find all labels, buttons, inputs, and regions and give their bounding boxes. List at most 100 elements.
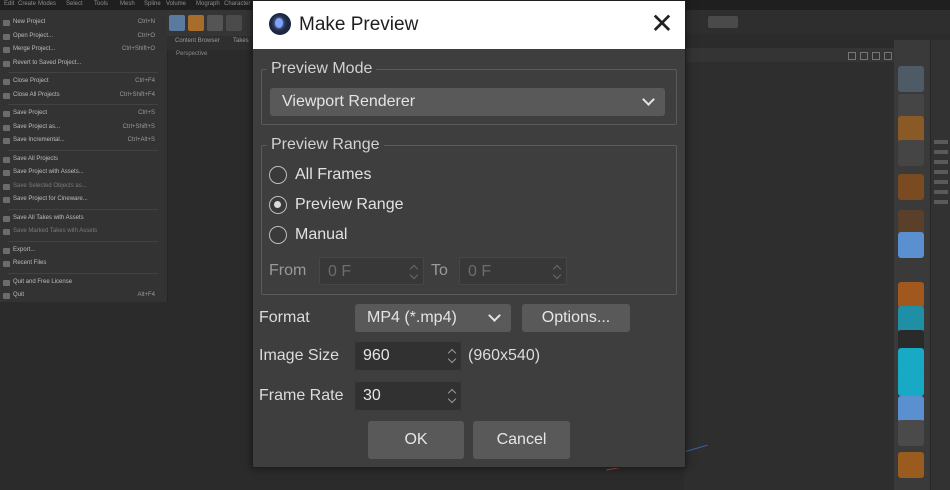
- radio-button[interactable]: [269, 226, 287, 244]
- menu-item[interactable]: Mograph: [196, 1, 220, 7]
- file-menu-item[interactable]: Merge Project... Ctrl+Shift+O: [0, 43, 167, 57]
- menu-item[interactable]: Volume: [166, 1, 186, 7]
- viewport-nav-icon[interactable]: [860, 52, 868, 60]
- file-menu-item[interactable]: Save Project Ctrl+S: [0, 107, 167, 121]
- frame-rate-field[interactable]: 30: [355, 382, 461, 410]
- file-menu-item[interactable]: Save All Projects: [0, 153, 167, 167]
- file-menu-shortcut: Alt+F4: [137, 292, 155, 298]
- attribute-row[interactable]: [934, 170, 948, 174]
- file-menu-item[interactable]: Open Project... Ctrl+O: [0, 30, 167, 44]
- radio-button[interactable]: [269, 166, 287, 184]
- radio-preview-range[interactable]: Preview Range: [269, 195, 429, 219]
- format-dropdown[interactable]: MP4 (*.mp4): [355, 304, 511, 332]
- menu-item-icon: [3, 279, 10, 286]
- file-menu-item[interactable]: New Project Ctrl+N: [0, 16, 167, 30]
- radio-button[interactable]: [269, 196, 287, 214]
- menu-item[interactable]: Modes: [38, 1, 56, 7]
- viewport-nav-icon[interactable]: [872, 52, 880, 60]
- radio-manual[interactable]: Manual: [269, 225, 389, 249]
- preview-mode-label: Preview Mode: [267, 60, 377, 78]
- stepper-arrows-icon[interactable]: [447, 385, 457, 407]
- menu-item-icon: [3, 293, 10, 299]
- tool-icon[interactable]: [169, 15, 185, 31]
- tool-icon[interactable]: [898, 306, 924, 332]
- menu-item-icon: [3, 33, 10, 40]
- file-menu-label: Save Project with Assets...: [13, 169, 84, 175]
- close-button[interactable]: ✕: [639, 1, 685, 49]
- menu-item[interactable]: Select: [66, 1, 83, 7]
- from-label: From: [269, 262, 307, 279]
- file-menu-item[interactable]: Export...: [0, 244, 167, 258]
- file-menu-shortcut: Ctrl+F4: [135, 78, 155, 84]
- tool-icon[interactable]: [898, 232, 924, 258]
- options-button[interactable]: Options...: [522, 304, 630, 332]
- attribute-row[interactable]: [934, 200, 948, 204]
- tool-icon[interactable]: [207, 15, 223, 31]
- ok-button[interactable]: OK: [368, 421, 464, 459]
- menu-item[interactable]: Tools: [94, 1, 108, 7]
- menu-item-icon: [3, 183, 10, 190]
- preview-range-label: Preview Range: [267, 136, 384, 154]
- attribute-row[interactable]: [934, 190, 948, 194]
- preview-mode-dropdown[interactable]: Viewport Renderer: [270, 88, 665, 116]
- right-toolbar-button[interactable]: [708, 16, 738, 28]
- stepper-arrows-icon[interactable]: [409, 261, 419, 283]
- file-menu-item[interactable]: Quit Alt+F4: [0, 289, 167, 303]
- viewport[interactable]: [684, 50, 894, 490]
- menu-item-icon: [3, 156, 10, 163]
- file-menu-item[interactable]: Save Marked Takes with Assets: [0, 225, 167, 239]
- file-menu-item[interactable]: Save Project with Assets...: [0, 166, 167, 180]
- attribute-row[interactable]: [934, 150, 948, 154]
- file-menu-shortcut: Ctrl+Alt+S: [127, 137, 155, 143]
- radio-all-frames[interactable]: All Frames: [269, 165, 409, 189]
- file-menu-item[interactable]: Quit and Free License: [0, 276, 167, 290]
- viewport-nav-icon[interactable]: [848, 52, 856, 60]
- attribute-row[interactable]: [934, 160, 948, 164]
- menu-item[interactable]: Mesh: [120, 1, 135, 7]
- menu-item[interactable]: Create: [18, 1, 36, 7]
- tool-icon[interactable]: [898, 452, 924, 478]
- menu-item-icon: [3, 215, 10, 222]
- attribute-panel: [930, 40, 950, 490]
- tool-icon[interactable]: [188, 15, 204, 31]
- menu-item[interactable]: Character: [224, 1, 250, 7]
- to-field[interactable]: 0 F: [459, 257, 567, 285]
- viewport-nav-icon[interactable]: [884, 52, 892, 60]
- menu-item[interactable]: Edit: [4, 1, 14, 7]
- file-menu-item[interactable]: Close Project Ctrl+F4: [0, 75, 167, 89]
- tab-takes[interactable]: Takes: [233, 38, 249, 44]
- file-menu-item[interactable]: Close All Projects Ctrl+Shift+F4: [0, 89, 167, 103]
- from-field[interactable]: 0 F: [319, 257, 424, 285]
- stepper-arrows-icon[interactable]: [552, 261, 562, 283]
- file-menu-shortcut: Ctrl+Shift+S: [122, 123, 155, 130]
- file-menu-item[interactable]: Save Selected Objects as...: [0, 180, 167, 194]
- dialog-title-bar[interactable]: Make Preview ✕: [253, 1, 685, 49]
- attribute-row[interactable]: [934, 180, 948, 184]
- file-menu-item[interactable]: Save Project as... Ctrl+Shift+S: [0, 121, 167, 135]
- tool-icon[interactable]: [898, 174, 924, 200]
- image-size-field[interactable]: 960: [355, 342, 461, 370]
- tab-content-browser[interactable]: Content Browser: [175, 38, 220, 44]
- menu-separator: [8, 272, 158, 274]
- stepper-arrows-icon[interactable]: [447, 345, 457, 367]
- tool-icon[interactable]: [226, 15, 242, 31]
- tool-icon[interactable]: [898, 370, 924, 396]
- menu-item-icon: [3, 247, 10, 254]
- tool-icon[interactable]: [898, 396, 924, 422]
- menu-item[interactable]: Spline: [144, 1, 161, 7]
- file-menu-item[interactable]: Revert to Saved Project...: [0, 57, 167, 71]
- tool-icon[interactable]: [898, 116, 924, 142]
- file-menu-item[interactable]: Save Incremental... Ctrl+Alt+S: [0, 134, 167, 148]
- file-menu-item[interactable]: Recent Files: [0, 257, 167, 271]
- file-menu-shortcut: Ctrl+Shift+O: [121, 46, 155, 52]
- file-menu-label: Close Project: [13, 78, 49, 84]
- tool-icon[interactable]: [898, 140, 924, 166]
- tool-icon[interactable]: [898, 420, 924, 446]
- file-menu-item[interactable]: Save Project for Cineware...: [0, 193, 167, 207]
- chevron-down-icon: [642, 93, 655, 106]
- file-menu-item[interactable]: Save All Takes with Assets: [0, 212, 167, 226]
- cancel-button[interactable]: Cancel: [473, 421, 570, 459]
- cube-icon[interactable]: [898, 66, 924, 92]
- tool-icon[interactable]: [898, 282, 924, 308]
- attribute-row[interactable]: [934, 140, 948, 144]
